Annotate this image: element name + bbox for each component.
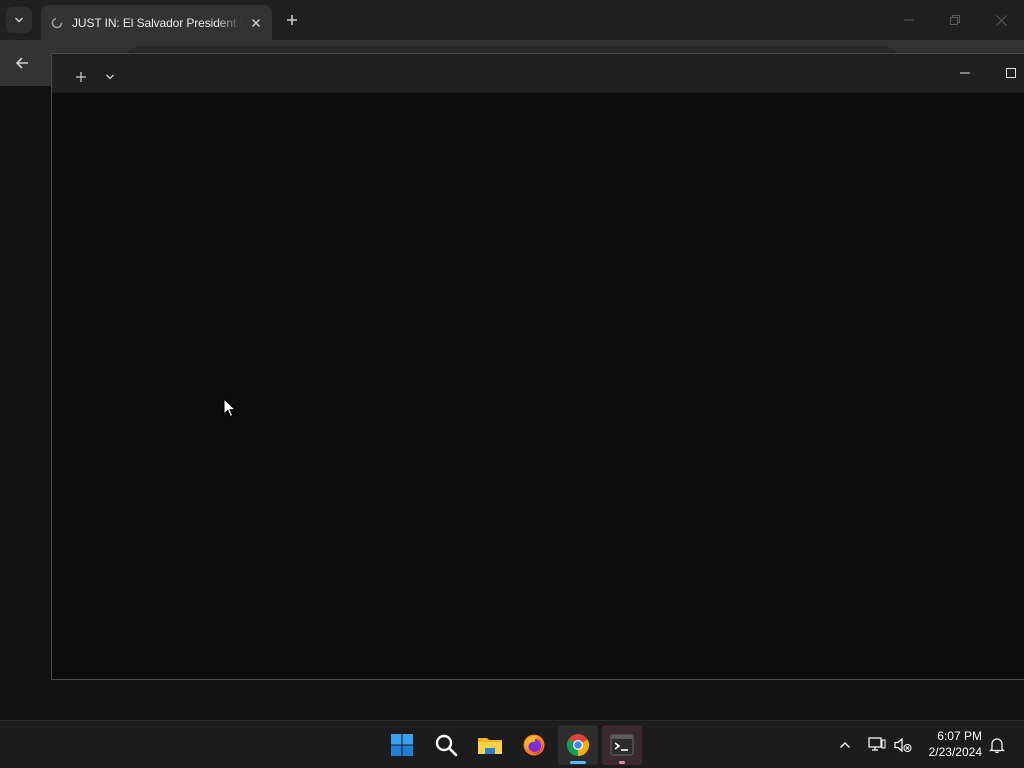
search-icon: [435, 734, 458, 757]
chrome-icon: [567, 734, 589, 756]
terminal-minimize-button[interactable]: [942, 58, 988, 88]
tab-close-button[interactable]: [247, 14, 265, 32]
volume-muted-icon: [894, 737, 912, 753]
taskbar: 6:07 PM 2/23/2024: [0, 720, 1024, 768]
plus-icon: [287, 15, 297, 25]
browser-minimize-button[interactable]: [886, 4, 932, 36]
search-button[interactable]: [426, 725, 466, 765]
running-app-indicator: [619, 761, 625, 764]
active-app-indicator: [570, 761, 586, 764]
chevron-down-icon: [14, 17, 24, 23]
browser-restore-button[interactable]: [932, 4, 978, 36]
start-button[interactable]: [382, 725, 422, 765]
firefox-icon: [523, 734, 545, 756]
maximize-icon: [1006, 68, 1016, 78]
firefox-button[interactable]: [514, 725, 554, 765]
browser-tab-strip: JUST IN: El Salvador President N: [0, 0, 1024, 40]
plus-icon: [76, 72, 86, 82]
minimize-icon: [904, 19, 914, 21]
minimize-icon: [960, 72, 970, 74]
chevron-down-icon: [106, 74, 114, 80]
bell-icon: [989, 738, 1005, 753]
close-icon: [252, 19, 260, 27]
terminal-icon: [610, 734, 634, 756]
tab-title: JUST IN: El Salvador President N: [72, 15, 242, 30]
network-icon: [868, 737, 886, 751]
close-icon: [995, 14, 1007, 26]
chrome-button[interactable]: [558, 725, 598, 765]
tab-search-button[interactable]: [6, 7, 32, 33]
terminal-new-tab-button[interactable]: [70, 66, 92, 88]
file-explorer-button[interactable]: [470, 725, 510, 765]
clock-time: 6:07 PM: [937, 729, 982, 743]
terminal-profile-dropdown[interactable]: [100, 67, 120, 87]
new-tab-button[interactable]: [280, 8, 304, 32]
back-arrow-icon: [15, 57, 28, 69]
back-button[interactable]: [8, 49, 36, 77]
chevron-up-icon: [840, 742, 850, 748]
volume-button[interactable]: [892, 733, 914, 757]
desktop-screen: JUST IN: El Salvador President N 6:07 PM…: [0, 0, 1024, 768]
network-status-button[interactable]: [866, 733, 888, 757]
restore-icon: [950, 15, 960, 25]
folder-icon: [478, 738, 502, 754]
terminal-content[interactable]: [52, 94, 1024, 679]
clock-date: 2/23/2024: [928, 745, 982, 759]
system-clock[interactable]: 6:07 PM 2/23/2024: [918, 728, 982, 762]
loading-icon: [50, 16, 64, 30]
terminal-button[interactable]: [602, 725, 642, 765]
terminal-window: [51, 53, 1024, 680]
show-hidden-icons-button[interactable]: [834, 733, 856, 757]
terminal-titlebar: [52, 54, 1024, 93]
terminal-maximize-button[interactable]: [988, 58, 1024, 88]
mouse-cursor-icon: [223, 398, 237, 418]
browser-close-button[interactable]: [978, 4, 1024, 36]
windows-logo-icon: [391, 734, 413, 756]
notifications-button[interactable]: [986, 733, 1008, 757]
browser-tab[interactable]: JUST IN: El Salvador President N: [41, 5, 272, 40]
